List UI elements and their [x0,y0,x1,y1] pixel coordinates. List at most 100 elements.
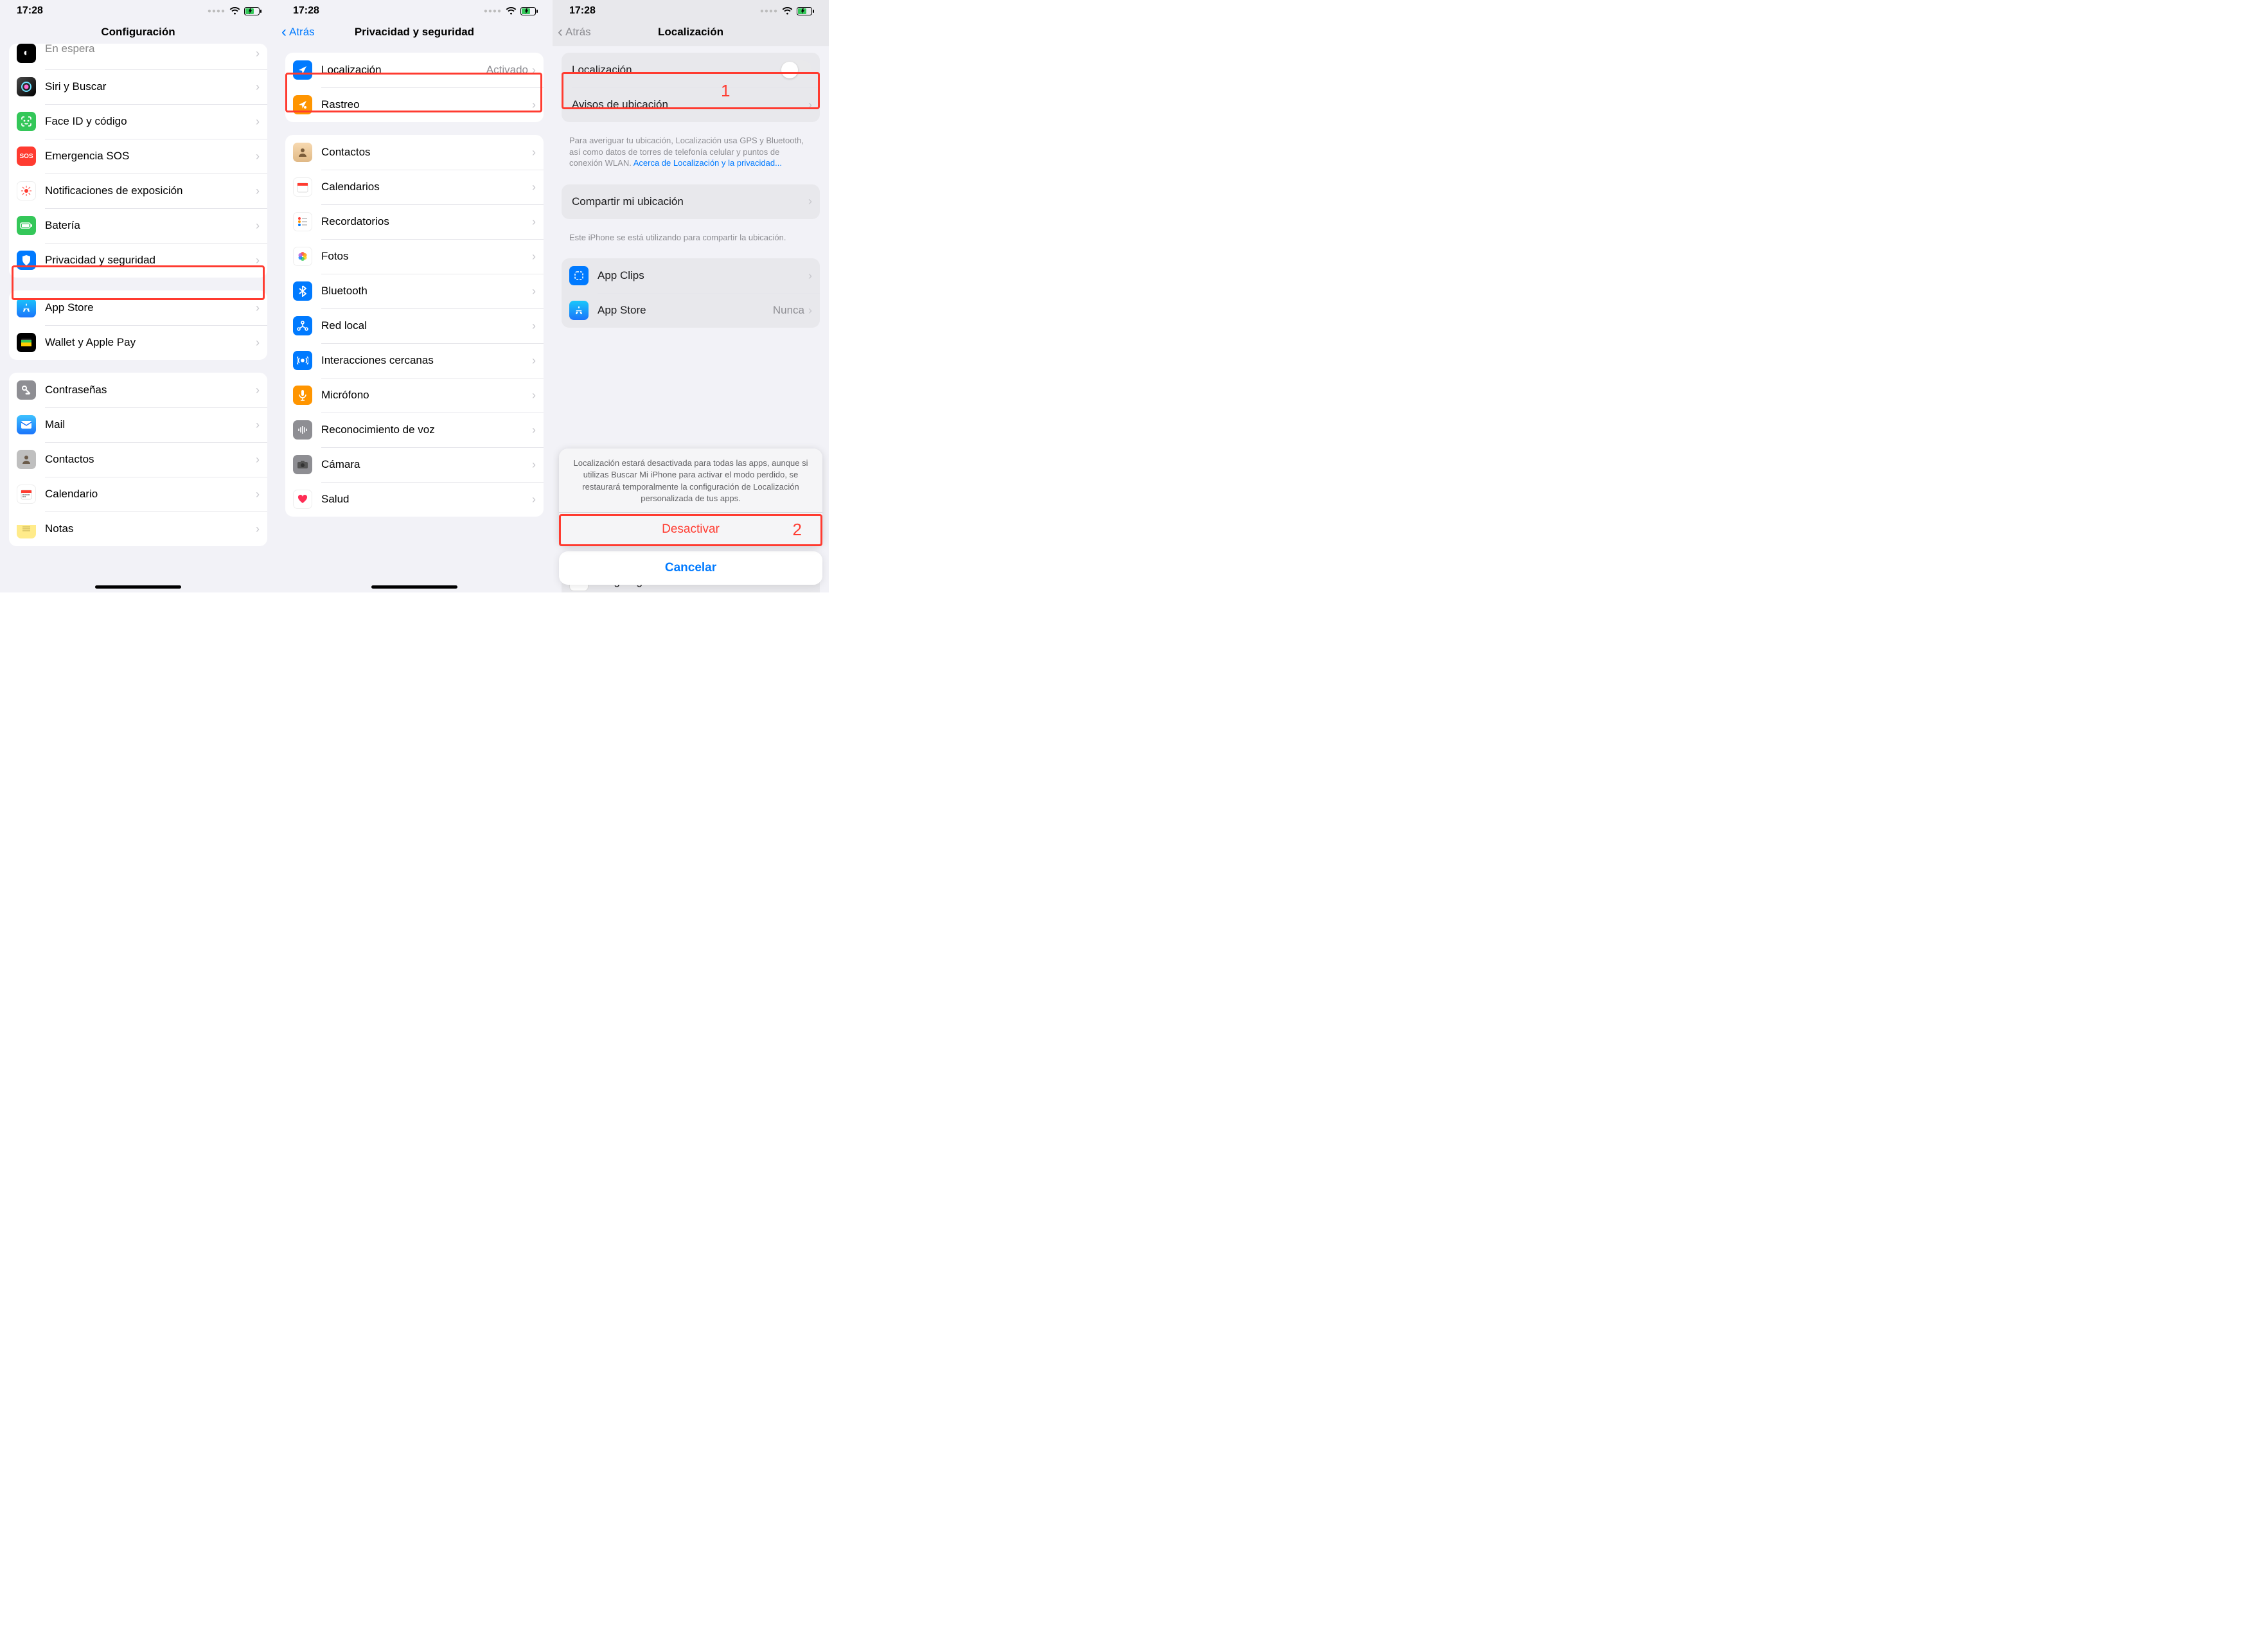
row-siri[interactable]: Siri y Buscar › [9,69,267,104]
row-nearby[interactable]: Interacciones cercanas › [285,343,544,378]
row-appstore-loc[interactable]: App Store Nunca › [562,293,820,328]
location-icon [293,60,312,80]
row-contacts-app[interactable]: Contactos › [9,442,267,477]
row-health[interactable]: Salud › [285,482,544,517]
tracking-icon [293,95,312,114]
label: Emergencia SOS [45,150,256,163]
battery-icon [17,216,36,235]
label: Notas [45,522,256,535]
status-time: 17:28 [569,5,596,17]
row-passwords[interactable]: Contraseñas › [9,373,267,407]
row-localnet[interactable]: Red local › [285,308,544,343]
microphone-icon [293,386,312,405]
chevron-right-icon: › [256,301,260,315]
disable-button[interactable]: Desactivar [559,512,822,546]
chevron-right-icon: › [532,354,536,368]
photos-icon [293,247,312,266]
label: Bluetooth [321,285,532,298]
row-mail[interactable]: Mail › [9,407,267,442]
status-icons: ●●●● [208,7,262,15]
row-location-toggle[interactable]: Localización [562,53,820,87]
back-button[interactable]: ‹ Atrás [558,18,591,46]
back-label: Atrás [289,26,315,39]
row-privacy[interactable]: Privacidad y seguridad › [9,243,267,278]
row-contacts[interactable]: Contactos › [285,135,544,170]
label: Contactos [321,146,532,159]
screen-privacy: 17:28 ●●●● ‹ Atrás Privacidad y segurida… [276,0,553,592]
chevron-right-icon: › [532,285,536,298]
privacy-icon [17,251,36,270]
row-appstore[interactable]: App Store › [9,290,267,325]
screen-settings: 17:28 ●●●● Configuración ◐ En espera › S… [0,0,276,592]
label: Interacciones cercanas [321,354,532,367]
label: Compartir mi ubicación [572,195,808,208]
label: Fotos [321,250,532,263]
row-mic[interactable]: Micrófono › [285,378,544,413]
appclips-icon [569,266,589,285]
disable-label: Desactivar [662,522,720,536]
row-standby[interactable]: ◐ En espera › [9,44,267,69]
chevron-right-icon: › [532,493,536,506]
label: Salud [321,493,532,506]
value: Nunca [773,304,804,317]
learn-more-link[interactable]: Acerca de Localización y la privacidad..… [633,158,782,168]
row-photos[interactable]: Fotos › [285,239,544,274]
label: Batería [45,219,256,232]
chevron-right-icon: › [256,80,260,94]
row-bluetooth[interactable]: Bluetooth › [285,274,544,308]
nav-bar: Configuración [0,18,276,46]
row-sos[interactable]: SOS Emergencia SOS › [9,139,267,173]
row-notes[interactable]: Notas › [9,511,267,546]
apps-location-group: App Clips › App Store Nunca › [562,258,820,328]
row-tracking[interactable]: Rastreo › [285,87,544,122]
row-location-alerts[interactable]: Avisos de ubicación › [562,87,820,122]
callout-2: 2 [793,520,802,540]
back-label: Atrás [565,26,591,39]
back-button[interactable]: ‹ Atrás [281,18,315,46]
chevron-right-icon: › [532,181,536,194]
chevron-left-icon: ‹ [281,24,287,40]
notes-icon [17,519,36,538]
row-reminders[interactable]: Recordatorios › [285,204,544,239]
row-exposure[interactable]: Notificaciones de exposición › [9,173,267,208]
label: Calendario [45,488,256,501]
reminders-icon [293,212,312,231]
label: App Store [45,301,256,314]
battery-icon [244,7,262,15]
row-battery[interactable]: Batería › [9,208,267,243]
bluetooth-icon [293,281,312,301]
row-speech[interactable]: Reconocimiento de voz › [285,413,544,447]
row-calendars[interactable]: Calendarios › [285,170,544,204]
appstore-icon [569,301,589,320]
row-share-location[interactable]: Compartir mi ubicación › [562,184,820,219]
cancel-button[interactable]: Cancelar [559,551,822,585]
row-location[interactable]: Localización Activado › [285,53,544,87]
row-appclips[interactable]: App Clips › [562,258,820,293]
row-wallet[interactable]: Wallet y Apple Pay › [9,325,267,360]
nearby-icon [293,351,312,370]
chevron-right-icon: › [256,522,260,536]
label: Siri y Buscar [45,80,256,93]
row-calendar[interactable]: Calendario › [9,477,267,511]
toggle-switch[interactable] [780,60,812,80]
wifi-icon [782,7,793,15]
network-icon [293,316,312,335]
action-sheet: Localización estará desactivada para tod… [559,449,822,585]
chevron-right-icon: › [808,195,812,208]
chevron-right-icon: › [256,488,260,501]
row-camera[interactable]: Cámara › [285,447,544,482]
label: Contraseñas [45,384,256,396]
page-title: Privacidad y seguridad [355,26,474,39]
calendar-icon [293,177,312,197]
chevron-right-icon: › [532,64,536,77]
chevron-right-icon: › [256,336,260,350]
label: Localización [572,64,780,76]
chevron-left-icon: ‹ [558,24,563,40]
label: Wallet y Apple Pay [45,336,256,349]
label: En espera [45,44,256,55]
privacy-apps-group: Contactos › Calendarios › Recordatorios … [285,135,544,517]
location-top-group: Localización Avisos de ubicación › [562,53,820,122]
row-faceid[interactable]: Face ID y código › [9,104,267,139]
status-bar: 17:28 ●●●● [553,0,829,18]
status-bar: 17:28 ●●●● [0,0,276,18]
